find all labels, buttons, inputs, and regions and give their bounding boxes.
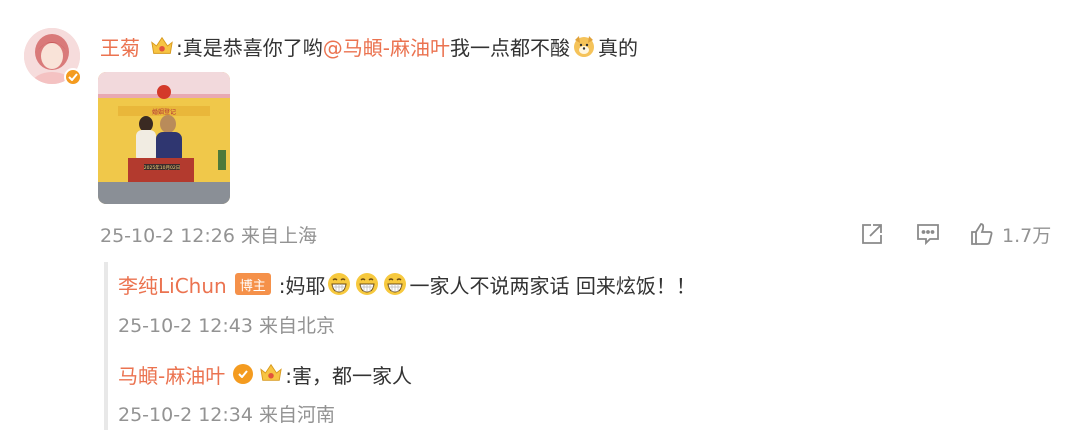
reply-1-text-2: 一家人不说两家话 回来炫饭！！ xyxy=(409,273,696,298)
verified-icon xyxy=(233,364,254,384)
reply-1-timestamp: 25-10-2 12:43 xyxy=(118,315,253,337)
reply-2-line: 马頔-麻油叶 :害，都一家人 xyxy=(118,356,412,392)
like-action[interactable]: 1.7万 xyxy=(968,218,1051,250)
verified-icon xyxy=(64,68,82,86)
photo-sign-text: 2025年10月02日 xyxy=(144,164,180,171)
comment-text-1: :真是恭喜你了哟 xyxy=(176,35,323,60)
crown-icon xyxy=(150,34,174,58)
comment-icon[interactable] xyxy=(914,220,942,248)
comment-text-2: 我一点都不酸 xyxy=(449,35,570,60)
reply-1-location: 来自北京 xyxy=(259,315,336,337)
share-icon[interactable] xyxy=(858,220,886,248)
like-count: 1.7万 xyxy=(1002,224,1052,247)
reply-2-timestamp: 25-10-2 12:34 xyxy=(118,404,253,426)
thumbs-up-icon[interactable] xyxy=(968,220,996,248)
reply-1-username[interactable]: 李纯LiChun xyxy=(118,270,227,299)
comment-username[interactable]: 王菊 xyxy=(100,32,140,61)
comment-action[interactable] xyxy=(914,218,942,250)
share-action[interactable] xyxy=(858,218,886,250)
reply-1-meta: 25-10-2 12:43 来自北京 xyxy=(118,311,335,338)
comment-line: 王菊 :真是恭喜你了哟 @马頔-麻油叶 我一点都不酸 真的 xyxy=(100,28,638,64)
comment-meta: 25-10-2 12:26 来自上海 xyxy=(100,221,317,248)
crown-icon xyxy=(259,362,283,386)
reply-2-location: 来自河南 xyxy=(259,404,336,426)
comment-text-3: 真的 xyxy=(597,35,638,60)
comment-location: 来自上海 xyxy=(241,225,318,247)
reply-1-text-1: :妈耶 xyxy=(278,273,326,298)
reply-2-meta: 25-10-2 12:34 来自河南 xyxy=(118,400,335,427)
dog-emoji xyxy=(572,34,596,58)
reply-2-text: :害，都一家人 xyxy=(285,363,412,388)
comment-photo[interactable]: 婚姻登记 2025年10月02日 xyxy=(98,72,230,204)
grin-emoji xyxy=(355,272,379,296)
mention-link[interactable]: @马頔-麻油叶 xyxy=(323,32,450,61)
grin-emoji xyxy=(383,272,407,296)
grin-emoji xyxy=(327,272,351,296)
reply-divider xyxy=(104,262,108,430)
host-badge: 博主 xyxy=(234,273,271,295)
reply-2-username[interactable]: 马頔-麻油叶 xyxy=(118,360,225,389)
comment-timestamp: 25-10-2 12:26 xyxy=(100,225,235,247)
svg-text:婚姻登记: 婚姻登记 xyxy=(152,108,176,116)
reply-1-line: 李纯LiChun 博主 :妈耶 一家人不说两家话 回来炫饭！！ xyxy=(118,266,696,302)
